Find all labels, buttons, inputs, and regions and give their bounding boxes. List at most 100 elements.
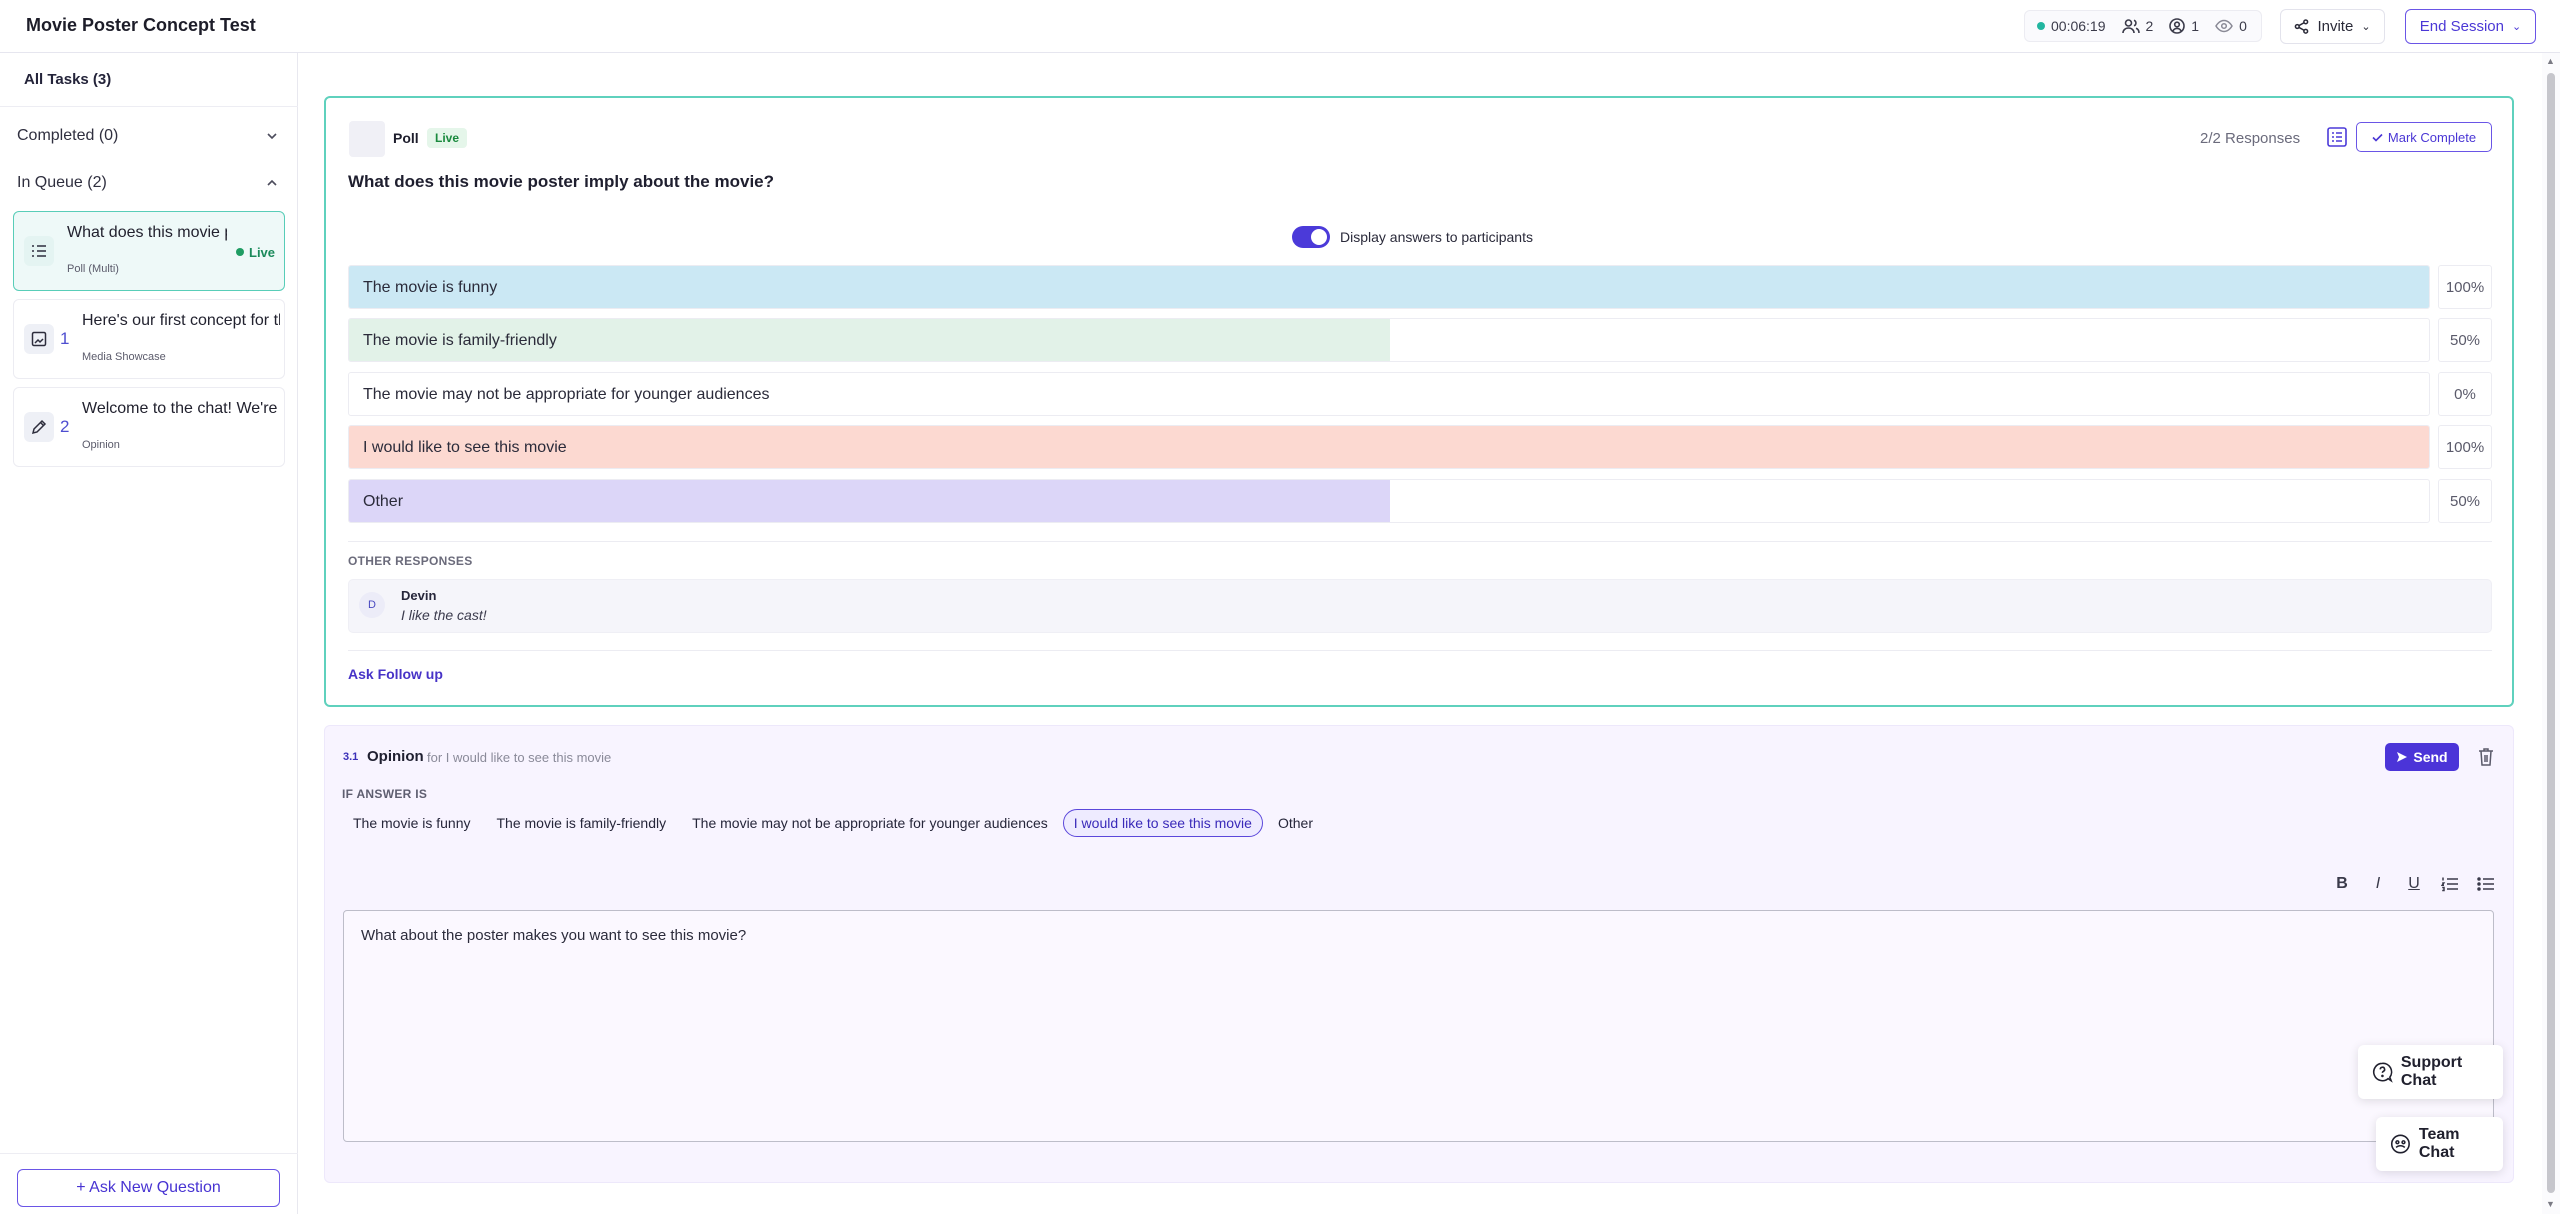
check-icon [2372,133,2383,142]
completed-group-header[interactable]: Completed (0) [17,124,279,148]
invite-label: Invite [2317,18,2354,35]
support-chat-button[interactable]: Support Chat [2358,1045,2503,1099]
poll-option-label: The movie is family-friendly [363,332,557,349]
live-dot-icon [2037,22,2045,30]
observers-count: 1 [2191,18,2200,34]
poll-option-percent: 0% [2438,372,2492,416]
poll-option-label: Other [363,493,404,510]
poll-card: Poll Live 2/2 Responses Mark Complete Wh… [324,96,2514,707]
answer-chip[interactable]: The movie may not be appropriate for you… [681,809,1059,837]
follow-up-number: 3.1 [343,751,359,763]
poll-divider [348,650,2492,651]
answer-chip[interactable]: I would like to see this movie [1062,809,1263,837]
viewers-stat: 0 [2215,18,2247,34]
team-chat-label: Team Chat [2418,1126,2460,1161]
scroll-up-icon[interactable]: ▲ [2546,56,2555,66]
in-queue-group-label: In Queue (2) [17,174,107,191]
ask-new-question-button[interactable]: + Ask New Question [17,1169,280,1207]
eye-icon [2215,19,2233,33]
responses-count: 2/2 Responses [2200,130,2301,147]
task-card-media-showcase[interactable]: 1 Here's our first concept for the movie… [13,299,285,379]
poll-option-bar: The movie is funny [348,265,2430,309]
send-label: Send [2413,749,2448,765]
send-button[interactable]: Send [2385,743,2459,771]
all-tasks-heading: All Tasks (3) [24,71,112,88]
scrollbar[interactable]: ▲ ▼ [2542,53,2560,1214]
participants-stat: 2 [2121,18,2154,34]
answer-chip[interactable]: Other [1267,809,1324,837]
results-list-icon[interactable] [2326,126,2348,148]
trash-icon[interactable] [2477,747,2495,767]
participants-count: 2 [2145,18,2154,34]
scroll-thumb[interactable] [2547,73,2555,1193]
answer-chip[interactable]: The movie is family-friendly [486,809,678,837]
sidebar-divider [0,1153,298,1154]
poll-option-row: The movie may not be appropriate for you… [348,372,2492,416]
follow-up-type: Opinion [367,748,424,765]
invite-button[interactable]: Invite ⌄ [2280,9,2385,44]
viewers-count: 0 [2239,18,2247,34]
respondent-name: Devin [401,588,437,603]
scroll-down-icon[interactable]: ▼ [2546,1199,2555,1209]
users-icon [2121,19,2140,34]
end-session-button[interactable]: End Session ⌄ [2405,9,2536,44]
poll-option-row: The movie is family-friendly 50% [348,318,2492,362]
answer-chip[interactable]: The movie is funny [342,809,482,837]
observer-icon [2169,18,2186,34]
poll-option-row: I would like to see this movie 100% [348,425,2492,469]
team-icon [2390,1134,2410,1154]
display-answers-toggle[interactable] [1292,226,1330,248]
bold-button[interactable]: B [2331,874,2353,894]
end-session-label: End Session [2419,18,2504,35]
support-chat-label: Support Chat [2400,1054,2463,1089]
task-type: Opinion [82,439,120,451]
italic-button[interactable]: I [2367,874,2389,894]
task-type: Media Showcase [82,351,166,363]
completed-group-label: Completed (0) [17,127,119,144]
ask-follow-up-link[interactable]: Ask Follow up [348,666,443,682]
task-number: 1 [60,329,70,348]
poll-option-row: The movie is funny 100% [348,265,2492,309]
ordered-list-icon[interactable] [2439,874,2461,894]
poll-option-bar: The movie is family-friendly [348,318,2430,362]
follow-up-target: for I would like to see this movie [427,750,612,765]
other-response-item: D Devin I like the cast! [348,579,2492,633]
underline-button[interactable]: U [2403,874,2425,894]
task-type: Poll (Multi) [67,263,119,275]
in-queue-group-header[interactable]: In Queue (2) [17,171,279,195]
editor-text[interactable]: What about the poster makes you want to … [361,927,746,944]
help-icon [2372,1062,2393,1083]
poll-option-bar: Other [348,479,2430,523]
sidebar-divider [0,106,298,107]
poll-option-percent: 50% [2438,318,2492,362]
timer-stat: 00:06:19 [2037,18,2106,34]
response-text: I like the cast! [401,607,487,623]
task-card-poll[interactable]: What does this movie poster imply about … [13,211,285,291]
poll-option-label: The movie may not be appropriate for you… [363,386,770,403]
follow-up-editor[interactable]: What about the poster makes you want to … [343,910,2494,1142]
follow-up-card: 3.1 Opinion for I would like to see this… [324,725,2514,1183]
share-icon [2295,19,2309,34]
timer-value: 00:06:19 [2051,18,2106,34]
chevron-down-icon [267,133,277,140]
mark-complete-label: Mark Complete [2387,129,2477,145]
poll-option-percent: 100% [2438,425,2492,469]
live-status-label: Live [249,244,276,260]
poll-thumbnail [349,121,385,157]
poll-question: What does this movie poster imply about … [348,172,775,191]
display-answers-toggle-row[interactable]: Display answers to participants [1292,226,1533,248]
task-card-opinion[interactable]: 2 Welcome to the chat! We're excited to … [13,387,285,467]
task-title: Here's our first concept for the movie p… [82,312,280,329]
task-title: Welcome to the chat! We're excited to he… [82,400,280,417]
pencil-icon [24,412,54,442]
chevron-down-icon: ⌄ [2361,21,2371,33]
team-chat-button[interactable]: Team Chat [2376,1117,2503,1171]
mark-complete-button[interactable]: Mark Complete [2356,122,2492,152]
live-dot-icon [236,248,244,256]
poll-list-icon [24,236,54,266]
live-status-badge: Live [230,242,281,262]
bullet-list-icon[interactable] [2475,874,2497,894]
poll-option-label: The movie is funny [363,279,498,296]
observers-stat: 1 [2169,18,2199,34]
poll-option-row: Other 50% [348,479,2492,523]
